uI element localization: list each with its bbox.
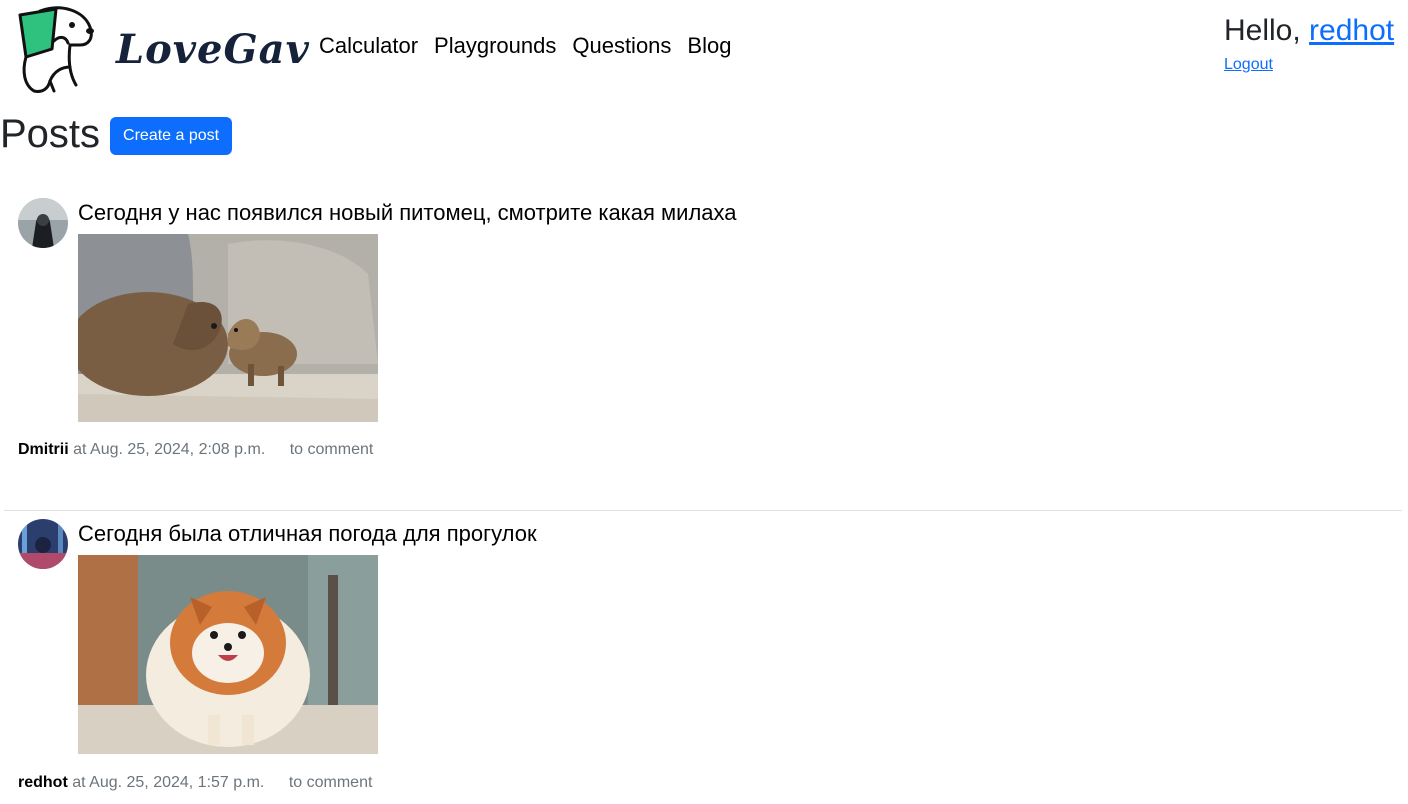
post-author[interactable]: redhot <box>18 774 68 791</box>
comment-link[interactable]: to comment <box>290 441 374 458</box>
username-link[interactable]: redhot <box>1309 14 1394 47</box>
create-post-button[interactable]: Create a post <box>110 116 233 155</box>
post-date: at Aug. 25, 2024, 2:08 p.m. <box>73 441 266 458</box>
author-avatar[interactable] <box>18 519 68 569</box>
nav-calculator[interactable]: Calculator <box>319 33 418 59</box>
main-nav: Calculator Playgrounds Questions Blog <box>319 33 731 59</box>
greeting-text: Hello, <box>1224 14 1301 47</box>
brand-name[interactable]: LoveGav <box>116 26 310 73</box>
post-divider <box>4 510 1402 511</box>
post-date: at Aug. 25, 2024, 1:57 p.m. <box>72 774 265 791</box>
post-meta: redhot at Aug. 25, 2024, 1:57 p.m. to co… <box>18 774 372 792</box>
post-image[interactable] <box>78 234 378 422</box>
page-title: Posts <box>0 112 101 156</box>
nav-blog[interactable]: Blog <box>687 33 731 59</box>
post-title[interactable]: Сегодня у нас появился новый питомец, см… <box>78 200 737 226</box>
nav-questions[interactable]: Questions <box>572 33 671 59</box>
logout-link[interactable]: Logout <box>1224 56 1394 74</box>
comment-link[interactable]: to comment <box>289 774 373 791</box>
posts-header: Posts Create a post <box>0 112 233 157</box>
post-author[interactable]: Dmitrii <box>18 441 69 458</box>
dog-logo-icon[interactable] <box>10 5 96 95</box>
greeting: Hello, redhot <box>1224 14 1394 48</box>
post-image[interactable] <box>78 555 378 754</box>
site-header: LoveGav Calculator Playgrounds Questions… <box>0 0 1408 112</box>
author-avatar[interactable] <box>18 198 68 248</box>
post-meta: Dmitrii at Aug. 25, 2024, 2:08 p.m. to c… <box>18 441 373 459</box>
post-title[interactable]: Сегодня была отличная погода для прогуло… <box>78 521 537 547</box>
nav-playgrounds[interactable]: Playgrounds <box>434 33 556 59</box>
user-panel: Hello, redhot Logout <box>1224 14 1394 74</box>
